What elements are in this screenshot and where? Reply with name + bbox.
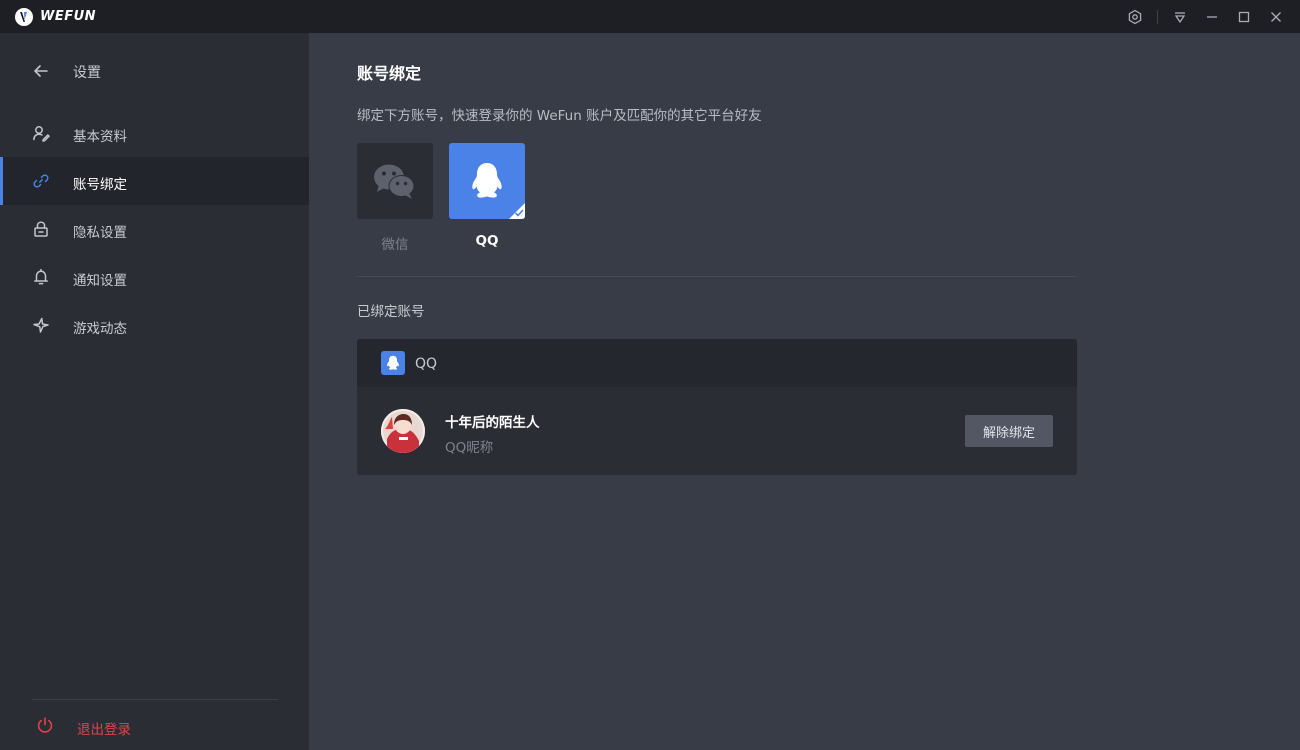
- sidebar-item-label: 通知设置: [73, 273, 127, 289]
- sidebar-item-profile[interactable]: 基本资料: [0, 109, 309, 157]
- sidebar: 设置 基本资料 账号绑定 隐私设置 通知设置 游戏动态 退出登录: [0, 33, 309, 750]
- power-icon: [36, 716, 54, 734]
- bell-icon: [32, 268, 50, 286]
- window-controls: [1119, 0, 1300, 33]
- back-arrow-icon: [32, 62, 50, 80]
- maximize-icon[interactable]: [1228, 0, 1260, 33]
- section-divider: [357, 276, 1077, 277]
- wechat-label: 微信: [381, 237, 409, 253]
- qq-label: QQ: [475, 233, 499, 249]
- bound-platform-name: QQ: [415, 356, 438, 372]
- back-button[interactable]: 设置: [0, 53, 309, 89]
- sidebar-item-label: 账号绑定: [73, 177, 127, 193]
- link-icon: [32, 172, 50, 190]
- app-logo-text: WEFUN: [40, 9, 97, 24]
- bound-account-header: QQ: [357, 339, 1077, 387]
- sidebar-item-account-binding[interactable]: 账号绑定: [0, 157, 309, 205]
- main-content: 账号绑定 绑定下方账号，快速登录你的 WeFun 账户及匹配你的其它平台好友 微…: [309, 33, 1300, 750]
- profile-edit-icon: [32, 124, 50, 142]
- wechat-bind-tile[interactable]: [357, 143, 433, 219]
- lock-icon: [32, 220, 50, 238]
- game-activity-icon: [32, 316, 50, 334]
- sidebar-item-label: 游戏动态: [73, 321, 127, 337]
- close-icon[interactable]: [1260, 0, 1292, 33]
- qq-icon: [381, 351, 405, 375]
- titlebar-separator: [1157, 9, 1158, 24]
- hexagon-icon[interactable]: [1119, 0, 1151, 33]
- page-title: 账号绑定: [357, 64, 422, 83]
- sidebar-item-privacy[interactable]: 隐私设置: [0, 205, 309, 253]
- settings-nav: 基本资料 账号绑定 隐私设置 通知设置 游戏动态: [0, 109, 309, 349]
- unbind-button[interactable]: 解除绑定: [965, 415, 1053, 447]
- sidebar-item-label: 基本资料: [73, 129, 127, 145]
- bound-accounts-heading: 已绑定账号: [357, 304, 425, 320]
- qq-icon: [472, 163, 502, 198]
- title-bar: WEFUN: [0, 0, 1300, 33]
- logout-button[interactable]: 退出登录: [0, 709, 309, 741]
- bound-account-card: QQ 十年后的陌生人 QQ昵称 解除绑定: [357, 339, 1077, 475]
- dropdown-icon[interactable]: [1164, 0, 1196, 33]
- avatar: [381, 409, 425, 453]
- sidebar-item-notifications[interactable]: 通知设置: [0, 253, 309, 301]
- minimize-icon[interactable]: [1196, 0, 1228, 33]
- qq-bind-tile[interactable]: [449, 143, 525, 219]
- sidebar-item-game-activity[interactable]: 游戏动态: [0, 301, 309, 349]
- page-subtitle: 绑定下方账号，快速登录你的 WeFun 账户及匹配你的其它平台好友: [357, 108, 762, 124]
- wefun-logo-icon: [15, 7, 33, 26]
- sidebar-divider: [32, 699, 278, 700]
- settings-heading: 设置: [73, 65, 101, 81]
- app-logo: WEFUN: [14, 7, 96, 27]
- wechat-icon: [374, 164, 415, 199]
- sidebar-item-label: 隐私设置: [73, 225, 127, 241]
- account-nickname: 十年后的陌生人: [445, 415, 540, 431]
- nickname-caption: QQ昵称: [445, 440, 494, 456]
- logout-label: 退出登录: [77, 722, 131, 738]
- check-icon: [515, 209, 524, 217]
